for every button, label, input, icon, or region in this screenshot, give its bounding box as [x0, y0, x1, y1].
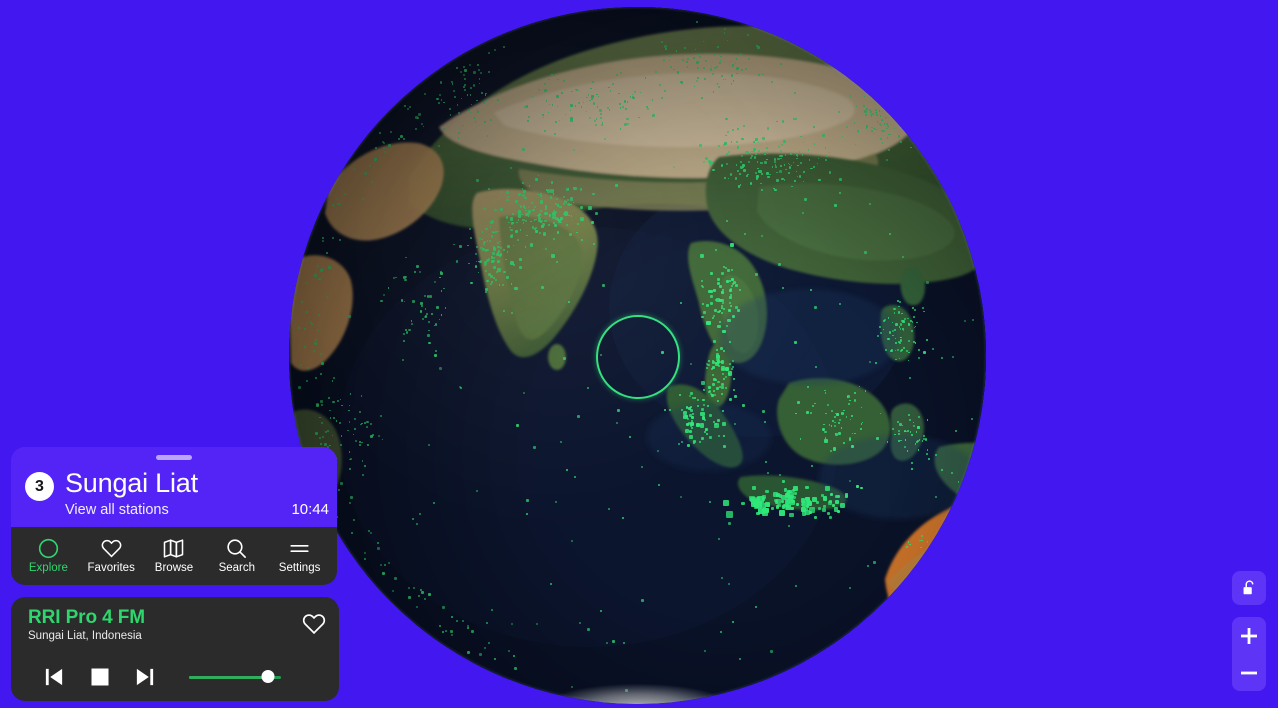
app-root: 3 Sungai Liat View all stations 10:44 Ex… — [0, 0, 1278, 708]
nav-item-explore[interactable]: Explore — [17, 537, 79, 575]
nav-label-settings: Settings — [279, 563, 321, 575]
station-cluster-circle[interactable] — [596, 315, 680, 399]
nav-item-search[interactable]: Search — [206, 537, 268, 575]
skip-next-button[interactable] — [132, 664, 158, 690]
skip-previous-button[interactable] — [41, 664, 67, 690]
nav-label-favorites: Favorites — [88, 563, 135, 575]
station-name: RRI Pro 4 FM — [28, 607, 145, 629]
favorite-button[interactable] — [301, 611, 327, 637]
station-count-badge: 3 — [25, 472, 54, 501]
now-playing-panel: RRI Pro 4 FM Sungai Liat, Indonesia — [11, 597, 339, 701]
magnifier-icon — [225, 537, 248, 560]
transport-controls — [11, 657, 339, 697]
stop-button[interactable] — [88, 665, 112, 689]
location-header-panel[interactable]: 3 Sungai Liat View all stations 10:44 — [11, 447, 337, 527]
volume-fill — [189, 676, 268, 679]
map-icon — [162, 537, 185, 560]
nav-label-browse: Browse — [155, 563, 193, 575]
nav-item-browse[interactable]: Browse — [143, 537, 205, 575]
local-time: 10:44 — [291, 501, 329, 518]
nav-label-search: Search — [219, 563, 255, 575]
view-all-stations-link[interactable]: View all stations — [65, 502, 169, 518]
zoom-out-button[interactable] — [1232, 654, 1266, 691]
circle-icon — [37, 537, 60, 560]
zoom-in-button[interactable] — [1232, 617, 1266, 654]
bottom-navigation: Explore Favorites Browse Search Settings — [11, 527, 337, 585]
unlock-button[interactable] — [1232, 571, 1266, 605]
volume-slider[interactable] — [189, 675, 281, 679]
page-title: Sungai Liat — [65, 468, 198, 499]
nav-item-favorites[interactable]: Favorites — [80, 537, 142, 575]
volume-knob[interactable] — [262, 670, 275, 683]
nav-label-explore: Explore — [29, 563, 68, 575]
nav-item-settings[interactable]: Settings — [269, 537, 331, 575]
drag-handle[interactable] — [156, 455, 192, 460]
minus-icon — [1240, 664, 1258, 682]
heart-icon — [100, 537, 123, 560]
unlock-icon — [1241, 579, 1258, 598]
zoom-controls — [1232, 617, 1266, 691]
station-location: Sungai Liat, Indonesia — [28, 630, 142, 642]
hamburger-icon — [288, 537, 311, 560]
plus-icon — [1240, 627, 1258, 645]
